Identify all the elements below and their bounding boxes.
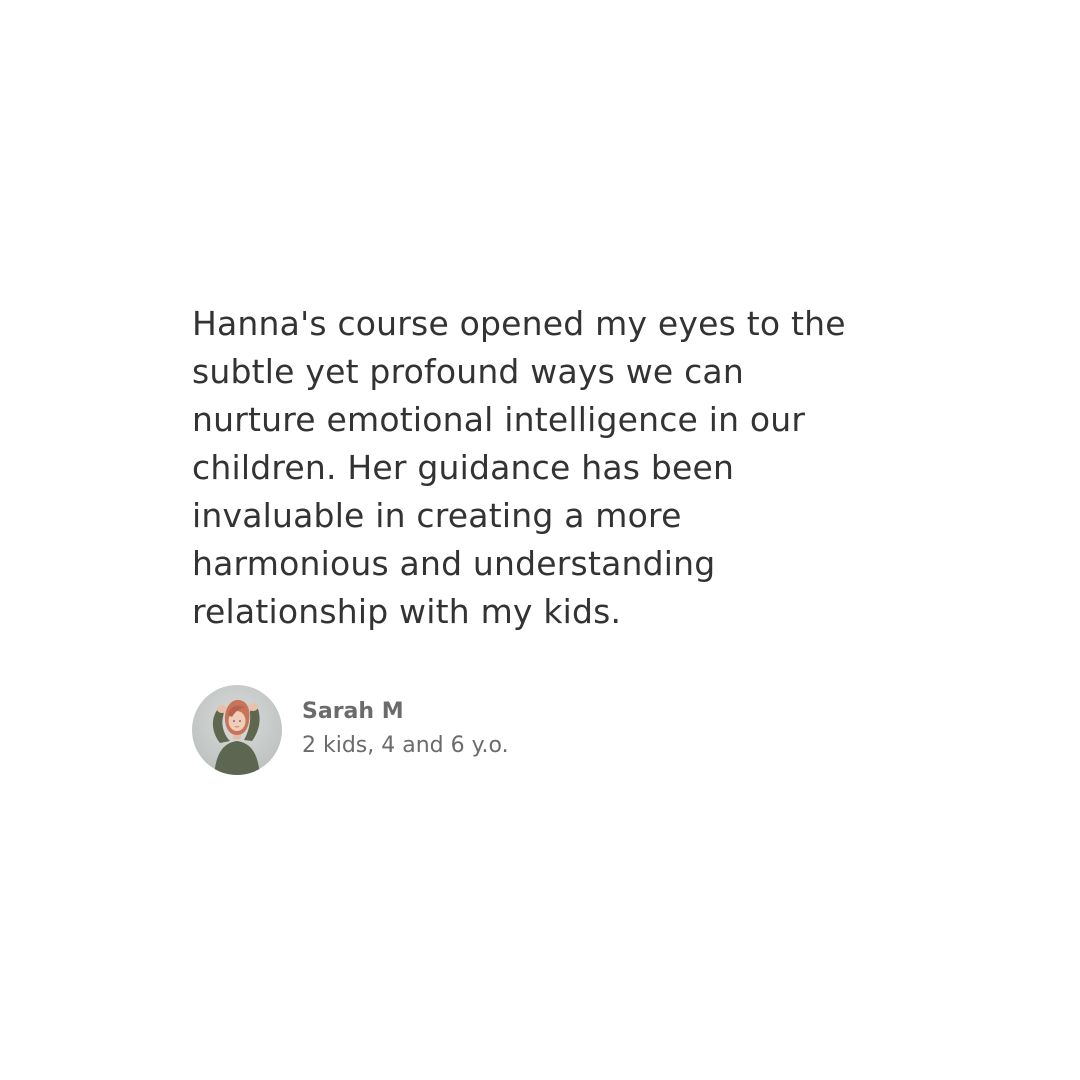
quote-line: nurture emotional intelligence in our [192, 400, 806, 439]
quote-line: harmonious and understanding [192, 544, 716, 583]
quote-line: subtle yet profound ways we can [192, 352, 744, 391]
person-photo-icon [192, 685, 282, 775]
quote-line: invaluable in creating a more [192, 496, 682, 535]
author-name: Sarah M [302, 699, 404, 724]
avatar [192, 685, 282, 775]
author-block: Sarah M 2 kids, 4 and 6 y.o. [192, 685, 509, 775]
author-text: Sarah M 2 kids, 4 and 6 y.o. [302, 697, 509, 763]
author-detail: 2 kids, 4 and 6 y.o. [302, 733, 509, 758]
quote-line: children. Her guidance has been [192, 448, 735, 487]
testimonial-card: Hanna's course opened my eyes to the sub… [0, 0, 1080, 1080]
quote-line: Hanna's course opened my eyes to the [192, 304, 846, 343]
testimonial-quote: Hanna's course opened my eyes to the sub… [192, 300, 912, 636]
quote-line: relationship with my kids. [192, 592, 622, 631]
